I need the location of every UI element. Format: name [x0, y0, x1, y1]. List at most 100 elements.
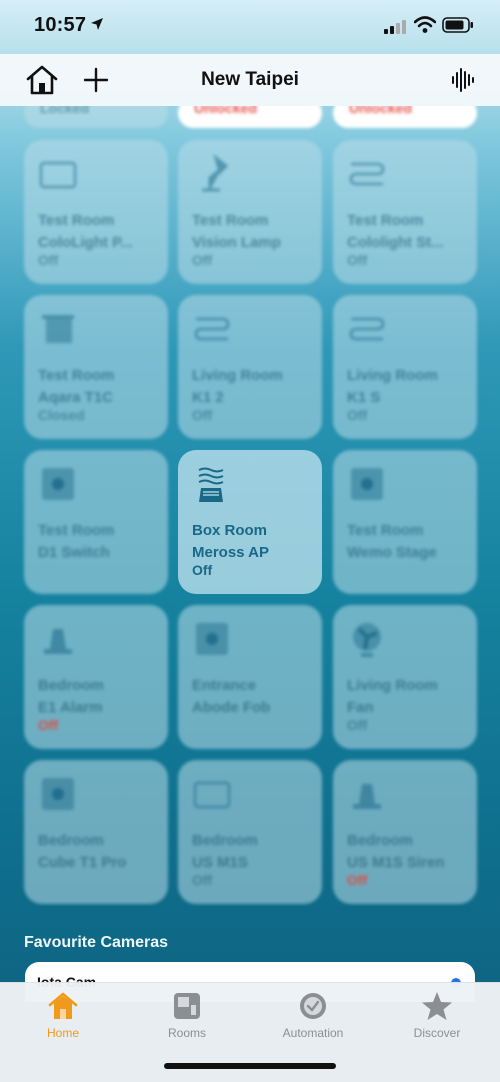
switch-icon — [42, 468, 74, 500]
voice-icon[interactable] — [450, 66, 476, 94]
tab-label: Home — [46, 1026, 79, 1040]
light-panel-icon — [193, 781, 231, 809]
light-strip-icon — [349, 162, 385, 186]
accessory-tile[interactable]: Bedroom E1 Alarm Off — [24, 605, 168, 749]
accessory-tile[interactable]: Unlocked — [178, 106, 322, 128]
light-strip-icon — [349, 317, 385, 341]
wifi-icon — [414, 16, 436, 33]
tile-name: K1 S — [347, 389, 381, 406]
rooms-tab-icon — [174, 993, 200, 1019]
tab-rooms[interactable]: Rooms — [132, 991, 242, 1051]
accessory-tile[interactable]: Test Room D1 Switch — [24, 450, 168, 594]
accessory-tile[interactable]: Test Room ColoLight P... Off — [24, 140, 168, 284]
tile-name: Abode Fob — [192, 699, 271, 716]
cell-signal-icon — [384, 20, 406, 34]
light-panel-icon — [39, 161, 77, 189]
air-purifier-icon — [198, 467, 224, 502]
accessory-tile[interactable]: Test Room Aqara T1C Closed — [24, 295, 168, 439]
switch-icon — [351, 468, 383, 500]
tile-state: Off — [347, 872, 368, 888]
switch-icon — [42, 778, 74, 810]
siren-icon — [353, 784, 381, 809]
home-tab-icon — [48, 992, 78, 1019]
tile-state: Off — [347, 252, 368, 268]
tile-name: Wemo Stage — [347, 544, 437, 561]
tile-room: Test Room — [192, 212, 269, 229]
tab-automation[interactable]: Automation — [258, 991, 368, 1051]
tile-state: Unlocked — [349, 106, 413, 116]
tile-state: Closed — [38, 407, 85, 423]
tile-state: Off — [192, 252, 213, 268]
tile-name: US M1S Siren — [347, 854, 445, 871]
tile-name: Vision Lamp — [192, 234, 281, 251]
tile-room: Bedroom — [38, 677, 104, 694]
tile-name: Cololight St... — [347, 234, 444, 251]
status-bar: 10:57 — [0, 0, 500, 54]
accessory-tile[interactable]: Living Room K1 2 Off — [178, 295, 322, 439]
page-title: New Taipei — [201, 69, 299, 90]
accessory-tile[interactable]: Bedroom Cube T1 Pro — [24, 760, 168, 904]
tile-room: Test Room — [347, 212, 424, 229]
accessory-tile[interactable]: Entrance Abode Fob — [178, 605, 322, 749]
tile-state: Off — [192, 562, 213, 578]
tile-name: K1 2 — [192, 389, 224, 406]
tile-state: Off — [192, 872, 213, 888]
tile-state: Off — [347, 407, 368, 423]
accessory-tile-focused[interactable]: Box Room Meross AP Off — [178, 450, 322, 594]
tile-name: US M1S — [192, 854, 248, 871]
accessory-tile[interactable]: Bedroom US M1S Off — [178, 760, 322, 904]
accessory-tile[interactable]: Living Room K1 S Off — [333, 295, 477, 439]
tile-state: Locked — [40, 106, 90, 116]
accessory-grid: Locked Unlocked Unlocked Test Room ColoLi… — [0, 106, 500, 906]
tile-state: Off — [347, 717, 368, 733]
tile-room: Test Room — [38, 367, 115, 384]
home-indicator — [164, 1063, 336, 1069]
siren-icon — [44, 629, 72, 654]
status-time: 10:57 — [34, 14, 87, 36]
tile-room: Living Room — [347, 367, 438, 384]
accessory-tile[interactable]: Test Room Wemo Stage — [333, 450, 477, 594]
tile-state: Off — [38, 252, 59, 268]
desk-lamp-icon — [202, 154, 229, 192]
accessory-tile[interactable]: Living Room Fan Off — [333, 605, 477, 749]
tile-name: Meross AP — [192, 544, 269, 561]
blind-icon — [42, 315, 74, 343]
tile-room: Living Room — [192, 367, 283, 384]
tab-discover[interactable]: Discover — [382, 991, 492, 1051]
tile-state: Off — [192, 407, 213, 423]
tile-room: Test Room — [38, 522, 115, 539]
location-arrow-icon — [91, 18, 103, 30]
tile-state: Unlocked — [194, 106, 258, 116]
tile-room: Living Room — [347, 677, 438, 694]
tile-room: Box Room — [192, 522, 267, 539]
discover-tab-icon — [422, 992, 452, 1020]
tile-name: D1 Switch — [38, 544, 110, 561]
accessory-tile[interactable]: Locked — [24, 106, 168, 128]
tab-label: Automation — [282, 1026, 344, 1040]
tile-room: Test Room — [38, 212, 115, 229]
nav-bar: New Taipei — [0, 54, 500, 106]
tile-room: Bedroom — [38, 832, 104, 849]
tile-room: Entrance — [192, 677, 257, 694]
tab-label: Rooms — [167, 1026, 206, 1040]
switch-icon — [196, 623, 228, 655]
tile-name: Aqara T1C — [38, 389, 114, 406]
fan-icon — [353, 623, 381, 657]
tile-room: Test Room — [347, 522, 424, 539]
accessory-tile[interactable]: Test Room Vision Lamp Off — [178, 140, 322, 284]
tile-room: Bedroom — [192, 832, 258, 849]
tile-state: Off — [38, 717, 59, 733]
accessory-tile[interactable]: Bedroom US M1S Siren Off — [333, 760, 477, 904]
tab-home[interactable]: Home — [8, 991, 118, 1051]
battery-icon — [442, 17, 473, 33]
automation-tab-icon — [300, 993, 326, 1019]
tab-label: Discover — [413, 1026, 461, 1040]
accessory-tile[interactable]: Unlocked — [333, 106, 477, 128]
tile-name: E1 Alarm — [38, 699, 103, 716]
tile-name: Cube T1 Pro — [38, 854, 127, 871]
tile-name: Fan — [347, 699, 374, 716]
accessory-tile[interactable]: Test Room Cololight St... Off — [333, 140, 477, 284]
tile-name: ColoLight P... — [38, 234, 133, 251]
tile-room: Bedroom — [347, 832, 413, 849]
light-strip-icon — [194, 317, 230, 341]
